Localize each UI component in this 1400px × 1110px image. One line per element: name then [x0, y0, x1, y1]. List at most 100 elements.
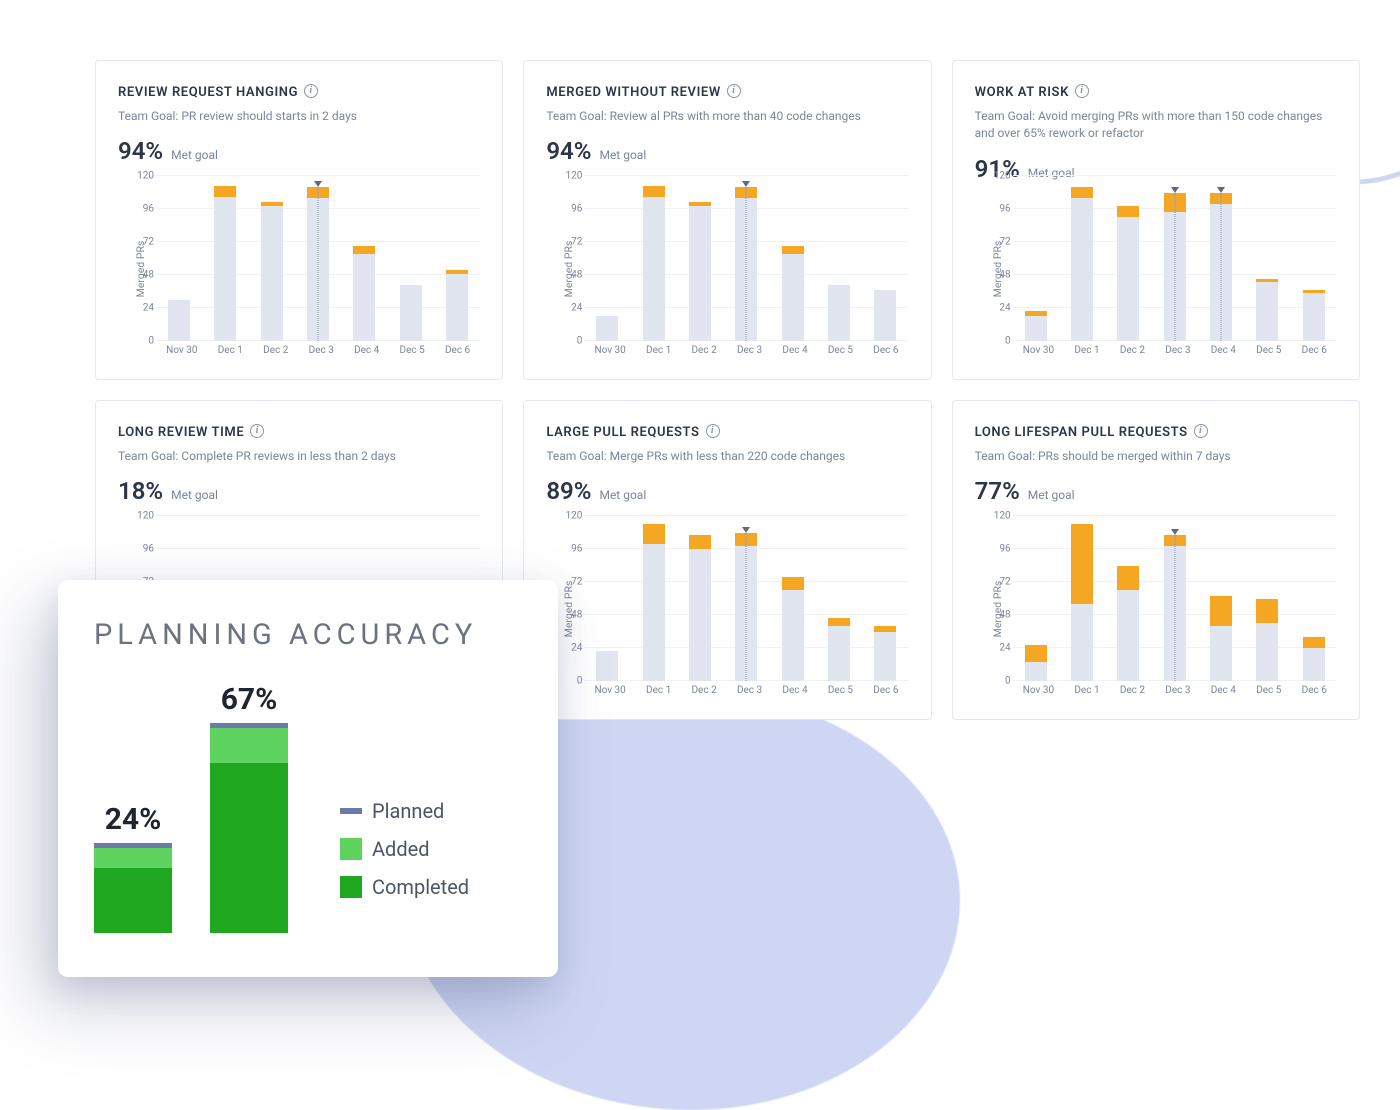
y-tick: 120	[989, 171, 1011, 182]
x-tick: Dec 2	[1120, 681, 1145, 701]
bar	[214, 186, 236, 341]
y-tick: 48	[132, 270, 154, 281]
bar-chart: Merged PRs024487296120Nov 30Dec 1Dec 2De…	[118, 176, 480, 361]
y-tick: 72	[989, 577, 1011, 588]
bars-row	[1013, 176, 1337, 341]
bar-segment-base	[643, 544, 665, 682]
card-title: WORK AT RISK	[975, 85, 1069, 100]
bar-segment-base	[1117, 217, 1139, 341]
bar-segment-base	[828, 285, 850, 341]
card-subtitle: Team Goal: Complete PR reviews in less t…	[118, 448, 480, 465]
bar-segment-base	[1210, 626, 1232, 681]
x-axis: Nov 30Dec 1Dec 2Dec 3Dec 4Dec 5Dec 6	[1013, 341, 1337, 361]
x-tick: Dec 1	[1074, 341, 1099, 361]
x-tick: Dec 3	[737, 341, 762, 361]
bar	[874, 290, 896, 341]
planning-bar-pct: 24%	[105, 802, 162, 837]
card-title: LONG LIFESPAN PULL REQUESTS	[975, 425, 1188, 440]
bar	[828, 285, 850, 341]
card-subtitle: Team Goal: PR review should starts in 2 …	[118, 108, 480, 125]
y-tick: 0	[132, 336, 154, 347]
card-metric: 89%Met goal	[546, 477, 908, 505]
info-icon[interactable]	[304, 84, 318, 98]
x-tick: Dec 2	[1120, 341, 1145, 361]
y-tick: 48	[989, 610, 1011, 621]
bar	[689, 535, 711, 681]
planning-accuracy-title: PLANNING ACCURACY	[94, 618, 522, 652]
bar-segment-hazard	[782, 577, 804, 591]
bars-row	[584, 176, 908, 341]
y-tick: 120	[560, 171, 582, 182]
bar-segment-hazard	[643, 524, 665, 543]
card-title: MERGED WITHOUT REVIEW	[546, 85, 721, 100]
y-tick: 72	[989, 237, 1011, 248]
bar-segment-base	[214, 197, 236, 341]
bar-segment-hazard	[214, 186, 236, 197]
metric-label: Met goal	[171, 488, 218, 502]
bar	[1071, 187, 1093, 341]
bar-segment-base	[689, 549, 711, 681]
x-tick: Dec 4	[1211, 681, 1236, 701]
bar-chart: Merged PRs024487296120Nov 30Dec 1Dec 2De…	[975, 516, 1337, 701]
info-icon[interactable]	[1075, 84, 1089, 98]
metric-card: LARGE PULL REQUESTSTeam Goal: Merge PRs …	[523, 400, 931, 720]
x-tick: Dec 2	[263, 341, 288, 361]
legend-row-added: Added	[340, 837, 469, 861]
card-subtitle: Team Goal: Avoid merging PRs with more t…	[975, 108, 1337, 143]
y-tick: 0	[989, 676, 1011, 687]
legend-swatch-planned	[340, 808, 362, 814]
bars-row	[584, 516, 908, 681]
legend-swatch-completed	[340, 876, 362, 898]
bar-segment-base	[353, 254, 375, 341]
y-axis-label: Merged PRs	[562, 240, 575, 297]
x-tick: Dec 6	[1302, 341, 1327, 361]
metric-label: Met goal	[171, 148, 218, 162]
bar-segment-hazard	[1256, 599, 1278, 624]
x-tick: Dec 6	[873, 341, 898, 361]
bar-segment-hazard	[643, 186, 665, 197]
y-tick: 120	[560, 511, 582, 522]
bar	[353, 246, 375, 341]
bar-segment-base	[596, 316, 618, 341]
planning-legend: Planned Added Completed	[340, 799, 469, 899]
legend-swatch-added	[340, 838, 362, 860]
bar-segment-base	[400, 285, 422, 341]
x-axis: Nov 30Dec 1Dec 2Dec 3Dec 4Dec 5Dec 6	[156, 341, 480, 361]
info-icon[interactable]	[706, 424, 720, 438]
info-icon[interactable]	[1194, 424, 1208, 438]
card-metric: 18%Met goal	[118, 477, 480, 505]
planning-accuracy-card: PLANNING ACCURACY 24% 67% Planned Added Comp…	[58, 580, 558, 977]
bar	[1071, 524, 1093, 681]
bar-segment-base	[643, 197, 665, 341]
metric-label: Met goal	[599, 148, 646, 162]
info-icon[interactable]	[250, 424, 264, 438]
bar-segment-base	[1025, 316, 1047, 341]
planning-bar-pct: 67%	[221, 682, 278, 717]
bar	[689, 202, 711, 341]
planning-bar: 24%	[94, 802, 172, 933]
x-tick: Dec 3	[1165, 341, 1190, 361]
bar	[261, 202, 283, 341]
bar	[1117, 566, 1139, 682]
legend-row-planned: Planned	[340, 799, 469, 823]
bar	[1025, 311, 1047, 341]
bar	[168, 300, 190, 341]
bar	[1025, 645, 1047, 681]
y-tick: 96	[132, 544, 154, 555]
card-subtitle: Team Goal: Review al PRs with more than …	[546, 108, 908, 125]
y-tick: 120	[132, 171, 154, 182]
bar-segment-base	[874, 632, 896, 682]
x-tick: Dec 1	[218, 341, 243, 361]
y-axis-label: Merged PRs	[134, 240, 147, 297]
metric-card: WORK AT RISK Team Goal: Avoid merging PRs…	[952, 60, 1360, 380]
bar	[1164, 193, 1186, 342]
segment-added	[210, 728, 288, 763]
x-tick: Dec 6	[445, 341, 470, 361]
bar-segment-base	[168, 300, 190, 341]
x-tick: Nov 30	[1023, 681, 1054, 701]
plot-area: 024487296120	[584, 176, 908, 341]
info-icon[interactable]	[727, 84, 741, 98]
card-metric: 77%Met goal	[975, 477, 1337, 505]
legend-row-completed: Completed	[340, 875, 469, 899]
x-axis: Nov 30Dec 1Dec 2Dec 3Dec 4Dec 5Dec 6	[1013, 681, 1337, 701]
